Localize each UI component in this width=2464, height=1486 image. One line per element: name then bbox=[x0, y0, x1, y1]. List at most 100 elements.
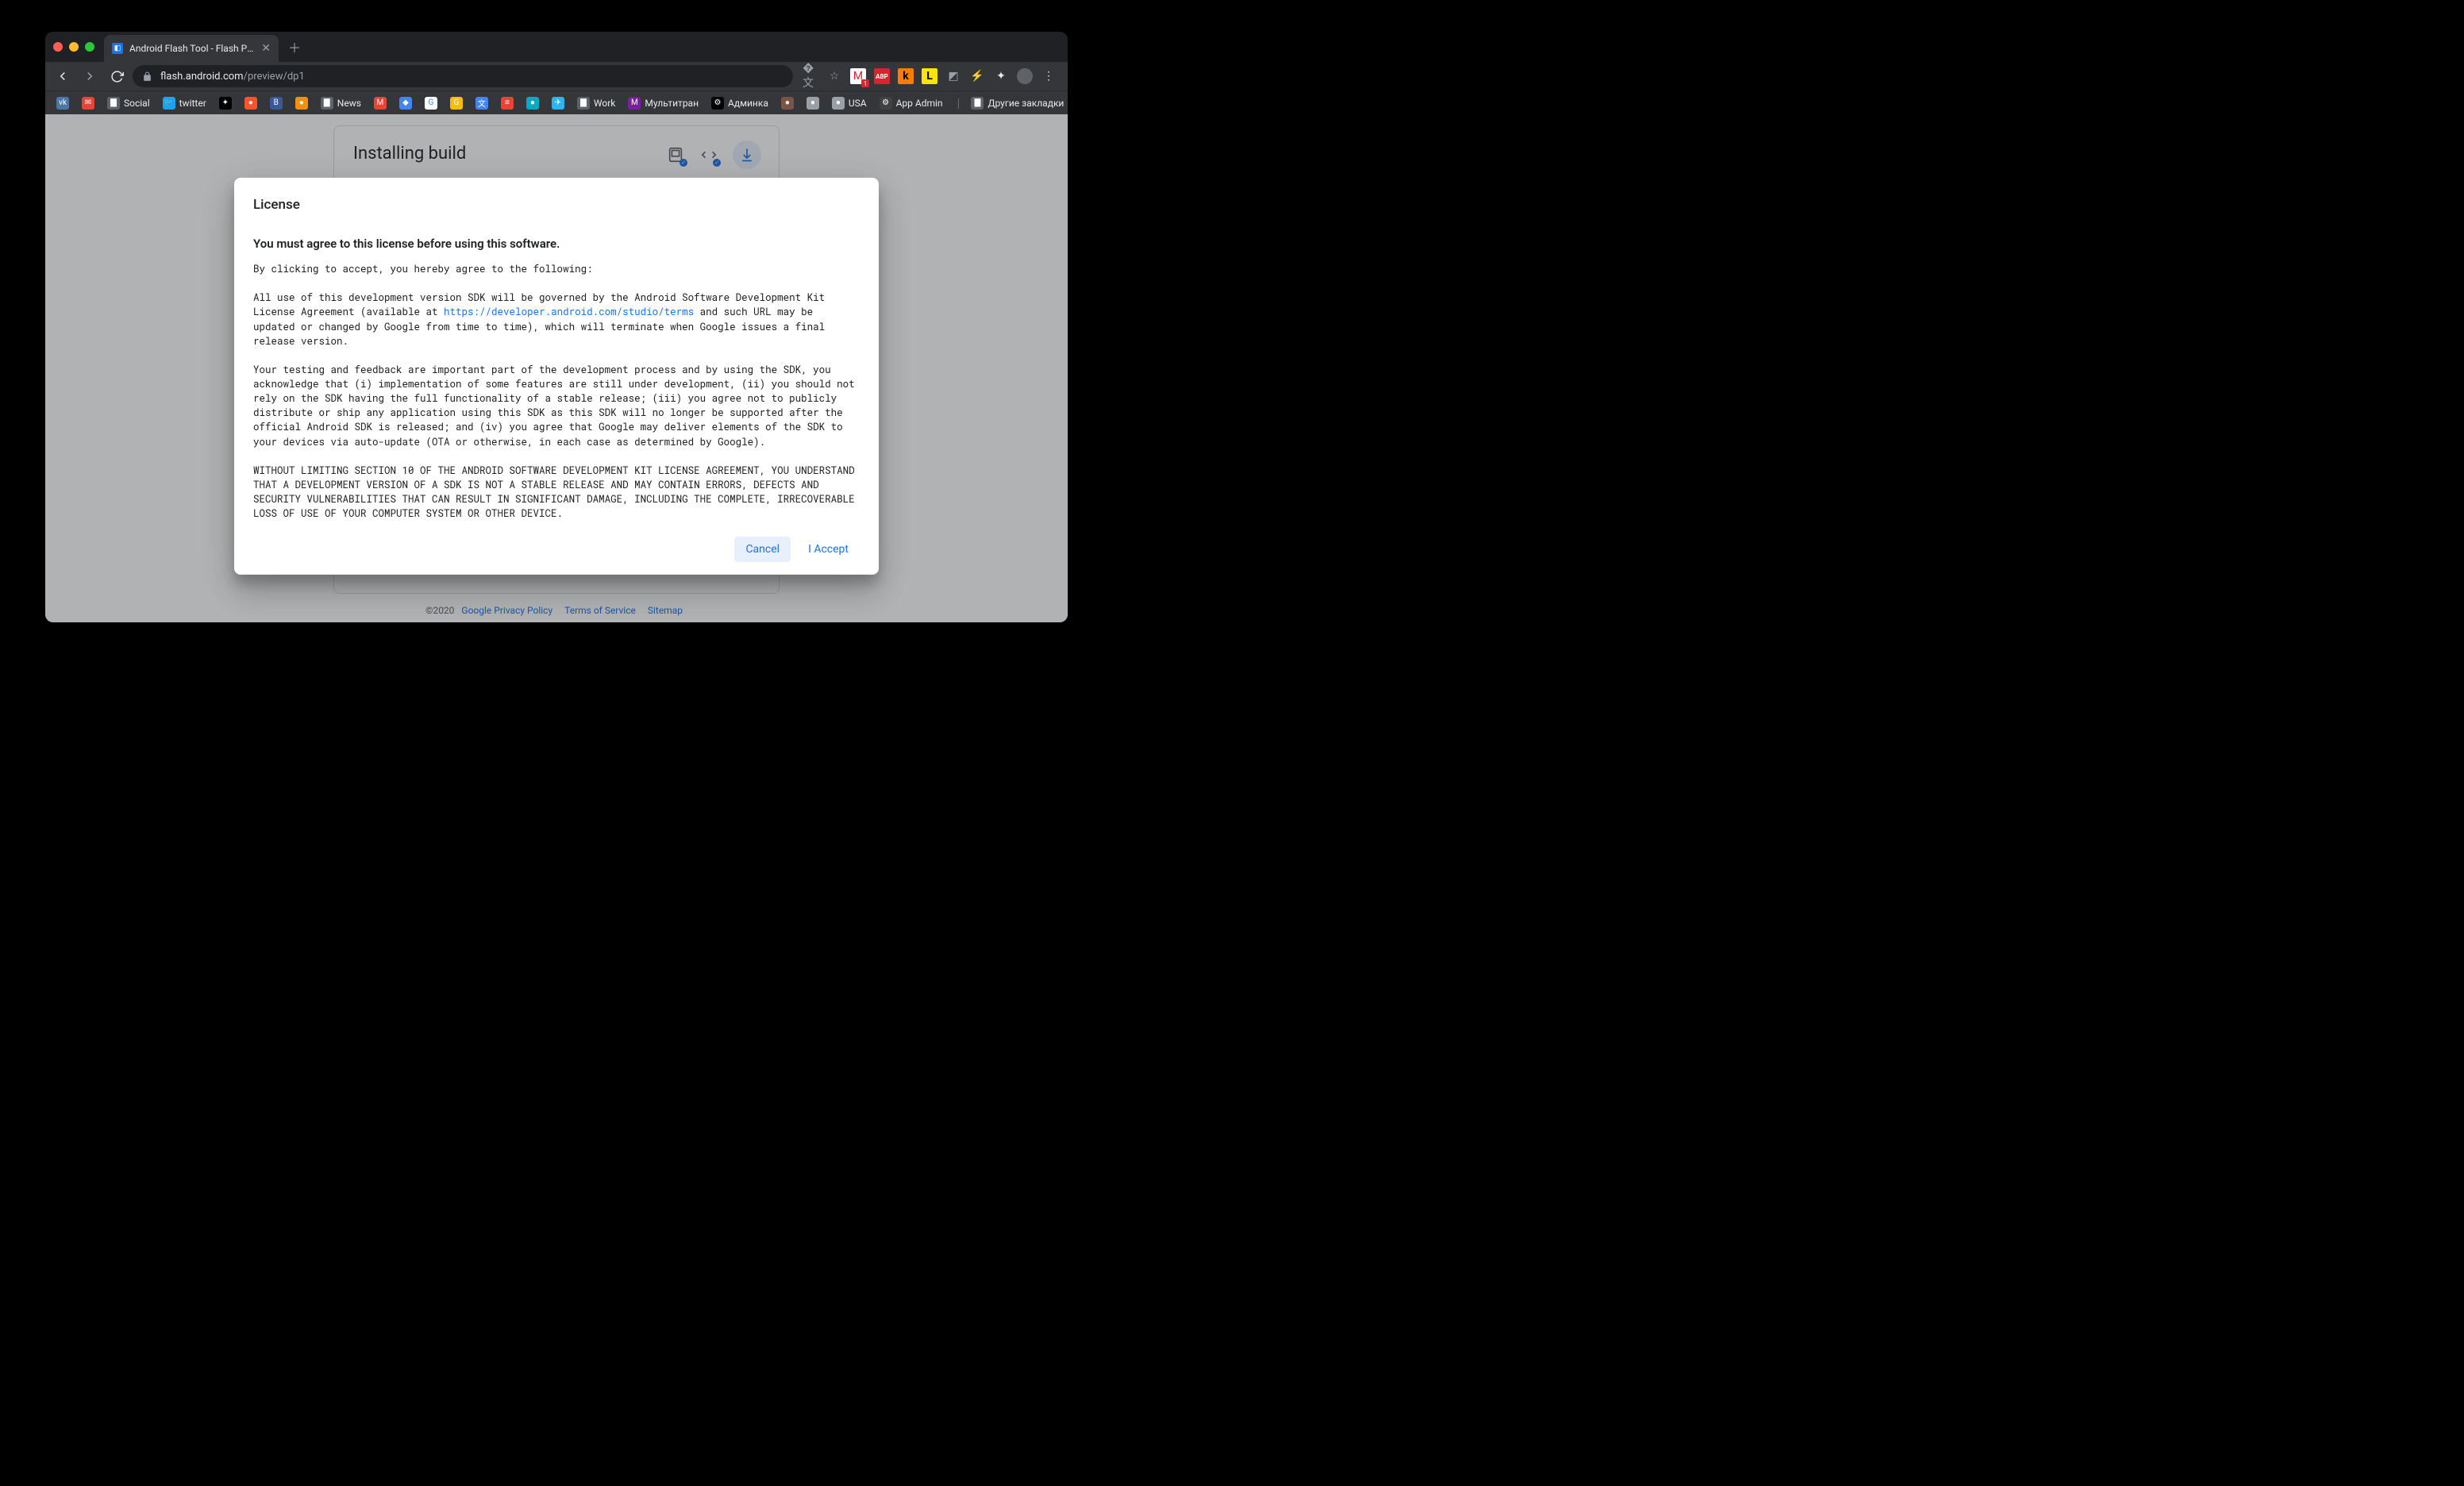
bookmark-item[interactable]: M bbox=[369, 94, 391, 112]
tab-favicon: ◧ bbox=[112, 43, 123, 54]
bookmark-item[interactable]: ✉ bbox=[77, 94, 99, 112]
bookmark-item[interactable]: ≡ bbox=[496, 94, 518, 112]
star-icon[interactable]: ☆ bbox=[826, 68, 842, 84]
dialog-heading: You must agree to this license before us… bbox=[253, 237, 860, 251]
maximize-window-button[interactable] bbox=[85, 42, 94, 52]
other-bookmarks[interactable]: ▇ Другие закладки bbox=[966, 94, 1068, 112]
apple-icon: ● bbox=[807, 97, 819, 110]
bookmark-item[interactable]: ● bbox=[776, 94, 799, 112]
bookmark-item[interactable]: ✦ bbox=[214, 94, 237, 112]
back-button[interactable] bbox=[52, 65, 74, 87]
bookmark-item[interactable]: ◆ bbox=[395, 94, 417, 112]
folder-icon: ▇ bbox=[971, 97, 984, 110]
bookmark-label: News bbox=[337, 98, 361, 109]
new-tab-button[interactable]: ＋ bbox=[288, 37, 301, 56]
close-tab-icon[interactable]: ✕ bbox=[261, 42, 271, 55]
bookmark-label: App Admin bbox=[896, 98, 943, 109]
bookmark-item[interactable]: G bbox=[420, 94, 442, 112]
other-bookmarks-label: Другие закладки bbox=[988, 98, 1064, 109]
drop-icon: ◆ bbox=[399, 97, 412, 110]
cancel-button[interactable]: Cancel bbox=[734, 537, 791, 562]
app-icon: ⚙ bbox=[880, 97, 892, 110]
bookmark-item[interactable]: ● bbox=[291, 94, 313, 112]
teal-icon: ● bbox=[526, 97, 539, 110]
browser-tab[interactable]: ◧ Android Flash Tool - Flash Prev ✕ bbox=[104, 35, 279, 62]
box-ext-icon[interactable]: ◩ bbox=[945, 68, 961, 84]
bookmark-item[interactable]: ▇ Social bbox=[102, 94, 155, 112]
Gy-icon: G bbox=[450, 97, 463, 110]
lock-icon bbox=[142, 71, 152, 82]
G-icon: G bbox=[425, 97, 437, 110]
translate-icon[interactable]: �文 bbox=[803, 68, 818, 84]
page-content: Installing build ✓ ✓ ©2020 Google Privac… bbox=[45, 114, 1068, 622]
M-icon: M bbox=[374, 97, 387, 110]
bookmark-item[interactable]: ● bbox=[240, 94, 262, 112]
bookmark-label: twitter bbox=[179, 98, 206, 109]
bookmark-item[interactable]: ▇ News bbox=[316, 94, 366, 112]
license-dialog: License You must agree to this license b… bbox=[234, 178, 879, 575]
admin-icon: ⚙ bbox=[711, 97, 724, 110]
terms-link[interactable]: https://developer.android.com/studio/ter… bbox=[444, 306, 694, 318]
dialog-actions: Cancel I Accept bbox=[253, 537, 860, 562]
k-ext-icon[interactable]: k bbox=[898, 68, 914, 84]
bookmark-item[interactable]: ● bbox=[802, 94, 824, 112]
bookmark-item[interactable]: 🐦 twitter bbox=[158, 94, 211, 112]
address-bar[interactable]: flash.android.com/preview/dp1 bbox=[133, 65, 793, 87]
apple-icon: ● bbox=[832, 97, 845, 110]
bookmark-item[interactable]: vk bbox=[52, 94, 74, 112]
bookmark-label: Админка bbox=[728, 98, 768, 109]
bookmark-item[interactable]: M Мультитран bbox=[623, 94, 703, 112]
tg-icon: ✈ bbox=[552, 97, 564, 110]
mt-icon: M bbox=[628, 97, 641, 110]
folder-icon: ▇ bbox=[577, 97, 590, 110]
bookmark-item[interactable]: ▇ Work bbox=[572, 94, 620, 112]
bookmark-item[interactable]: G bbox=[445, 94, 468, 112]
license-text: By clicking to accept, you hereby agree … bbox=[253, 262, 860, 521]
bookmark-separator: | bbox=[957, 95, 961, 110]
folder-icon: ▇ bbox=[107, 97, 120, 110]
gmail-icon: ✉ bbox=[82, 97, 94, 110]
bookmark-label: USA bbox=[849, 98, 867, 109]
tab-title: Android Flash Tool - Flash Prev bbox=[129, 43, 255, 54]
bookmark-item[interactable]: ⚙ Админка bbox=[706, 94, 773, 112]
B-icon: B bbox=[270, 97, 283, 110]
l-ext-icon[interactable]: L bbox=[922, 68, 937, 84]
window-controls bbox=[53, 42, 94, 52]
bookmark-label: Мультитран bbox=[645, 98, 699, 109]
bookmark-item[interactable]: ⚙ App Admin bbox=[875, 94, 948, 112]
accept-button[interactable]: I Accept bbox=[797, 537, 860, 562]
cookie-icon: ● bbox=[295, 97, 308, 110]
url-text: flash.android.com/preview/dp1 bbox=[160, 71, 305, 83]
twitter-icon: 🐦 bbox=[163, 97, 175, 110]
bookmark-item[interactable]: B bbox=[265, 94, 287, 112]
gmail-ext-icon[interactable]: M bbox=[850, 68, 866, 84]
bookmark-item[interactable]: 文 bbox=[471, 94, 493, 112]
browser-window: ◧ Android Flash Tool - Flash Prev ✕ ＋ fl… bbox=[45, 32, 1068, 622]
bookmark-item[interactable]: ● bbox=[522, 94, 544, 112]
bolt-ext-icon[interactable]: ⚡ bbox=[969, 68, 985, 84]
dot-icon: ● bbox=[781, 97, 794, 110]
red-icon: ≡ bbox=[501, 97, 514, 110]
reload-button[interactable] bbox=[106, 65, 128, 87]
bookmark-item[interactable]: ● USA bbox=[827, 94, 872, 112]
menu-icon[interactable]: ⋮ bbox=[1041, 68, 1057, 84]
brave-icon: ● bbox=[244, 97, 257, 110]
spark-icon: ✦ bbox=[219, 97, 232, 110]
toolbar: flash.android.com/preview/dp1 �文 ☆ M ABP… bbox=[45, 62, 1068, 90]
vk-icon: vk bbox=[56, 97, 69, 110]
bookmark-item[interactable]: ✈ bbox=[547, 94, 569, 112]
folder-icon: ▇ bbox=[321, 97, 333, 110]
bookmarks-bar: vk✉▇Social🐦twitter✦●B●▇NewsM◆GG文≡●✈▇Work… bbox=[45, 90, 1068, 114]
extensions-icon[interactable]: ✦ bbox=[993, 68, 1009, 84]
profile-avatar[interactable] bbox=[1017, 68, 1033, 84]
toolbar-icons: �文 ☆ M ABP k L ◩ ⚡ ✦ ⋮ bbox=[798, 68, 1061, 84]
bookmark-label: Social bbox=[124, 98, 150, 109]
abp-ext-icon[interactable]: ABP bbox=[874, 68, 890, 84]
tr-icon: 文 bbox=[475, 97, 488, 110]
tab-bar: ◧ Android Flash Tool - Flash Prev ✕ ＋ bbox=[45, 32, 1068, 62]
dialog-title: License bbox=[253, 197, 860, 213]
minimize-window-button[interactable] bbox=[69, 42, 79, 52]
forward-button[interactable] bbox=[79, 65, 101, 87]
close-window-button[interactable] bbox=[53, 42, 63, 52]
bookmark-label: Work bbox=[594, 98, 615, 109]
